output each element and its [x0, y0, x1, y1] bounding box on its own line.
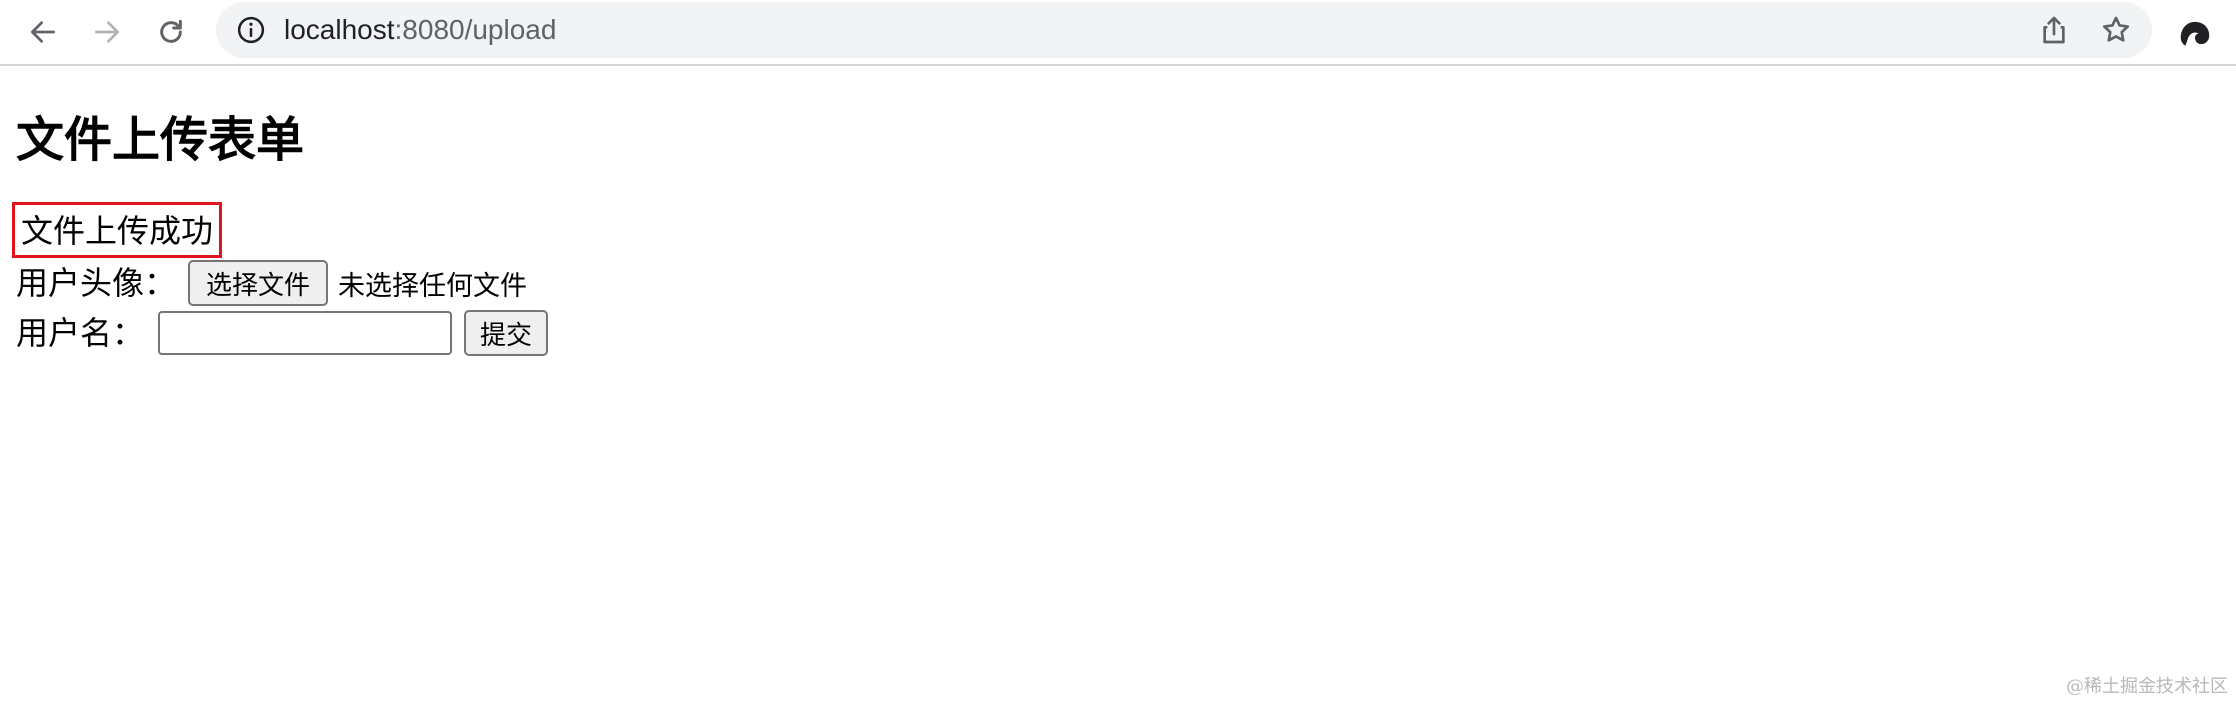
avatar-row: 用户头像： 选择文件 未选择任何文件 [16, 260, 527, 306]
page-content: 文件上传表单 文件上传成功 用户头像： 选择文件 未选择任何文件 用户名： 提交… [0, 66, 2236, 706]
back-button[interactable] [20, 9, 66, 55]
profile-icon[interactable] [2176, 14, 2214, 52]
share-icon[interactable] [2038, 14, 2070, 46]
reload-button[interactable] [148, 9, 194, 55]
star-icon[interactable] [2100, 14, 2132, 46]
browser-toolbar: localhost:8080/upload [0, 0, 2236, 66]
username-row: 用户名： 提交 [16, 308, 549, 358]
page-title: 文件上传表单 [16, 112, 305, 168]
file-status-text: 未选择任何文件 [338, 270, 528, 302]
forward-button[interactable] [84, 9, 130, 55]
reload-icon [160, 19, 182, 43]
arrow-left-icon [31, 21, 55, 43]
url-host: localhost [284, 14, 395, 45]
avatar-label: 用户头像： [16, 264, 177, 302]
arrow-right-icon [95, 21, 119, 43]
upload-success-message: 文件上传成功 [12, 202, 223, 258]
address-bar[interactable]: localhost:8080/upload [216, 2, 2152, 58]
watermark: @稀土掘金技术社区 [2066, 676, 2228, 697]
info-icon[interactable] [236, 15, 266, 45]
url-path: :8080/upload [394, 14, 557, 45]
url-text[interactable]: localhost:8080/upload [284, 2, 556, 58]
username-label: 用户名： [16, 314, 145, 352]
choose-file-button[interactable]: 选择文件 [188, 260, 329, 306]
submit-button[interactable]: 提交 [464, 310, 549, 356]
username-input[interactable] [158, 311, 453, 355]
